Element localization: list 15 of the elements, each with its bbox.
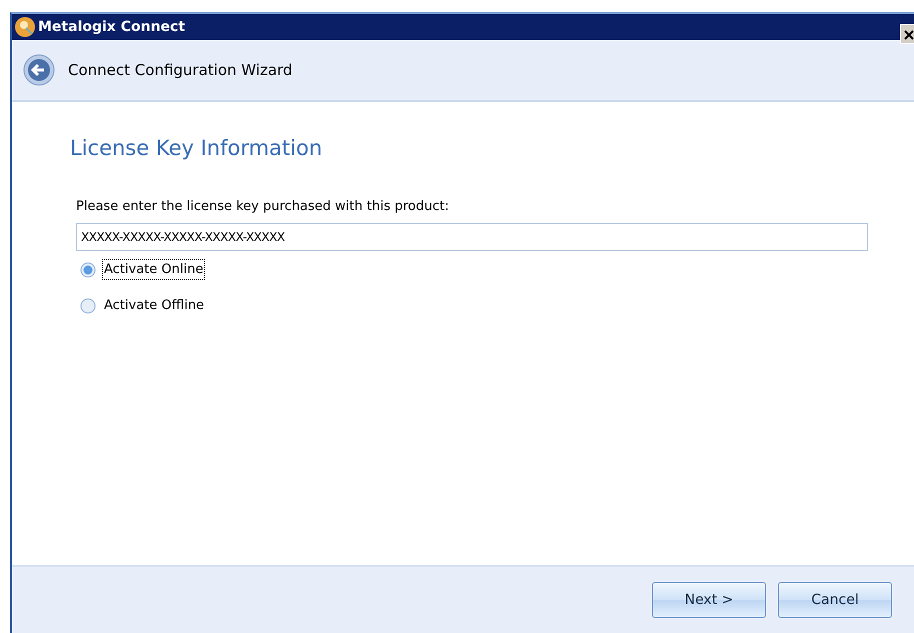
- close-icon: [902, 28, 914, 40]
- next-button[interactable]: Next >: [652, 582, 766, 618]
- cancel-button[interactable]: Cancel: [778, 582, 892, 618]
- license-key-field[interactable]: XXXXX-XXXXX-XXXXX-XXXXX-XXXXX: [76, 222, 868, 251]
- window-title: Metalogix Connect: [38, 18, 186, 36]
- prompt-text: Please enter the license key purchased with this product:: [76, 198, 450, 216]
- option-label[interactable]: Activate Offline: [102, 294, 206, 316]
- radio-button[interactable]: [80, 262, 96, 278]
- page-heading: License Key Information: [70, 136, 324, 162]
- close-button[interactable]: [900, 24, 914, 44]
- radio-button[interactable]: [80, 298, 96, 314]
- back-icon[interactable]: [22, 53, 56, 87]
- app-logo-icon: [14, 16, 36, 38]
- option-label[interactable]: Activate Online: [102, 258, 206, 280]
- wizard-title: Connect Configuration Wizard: [68, 60, 292, 81]
